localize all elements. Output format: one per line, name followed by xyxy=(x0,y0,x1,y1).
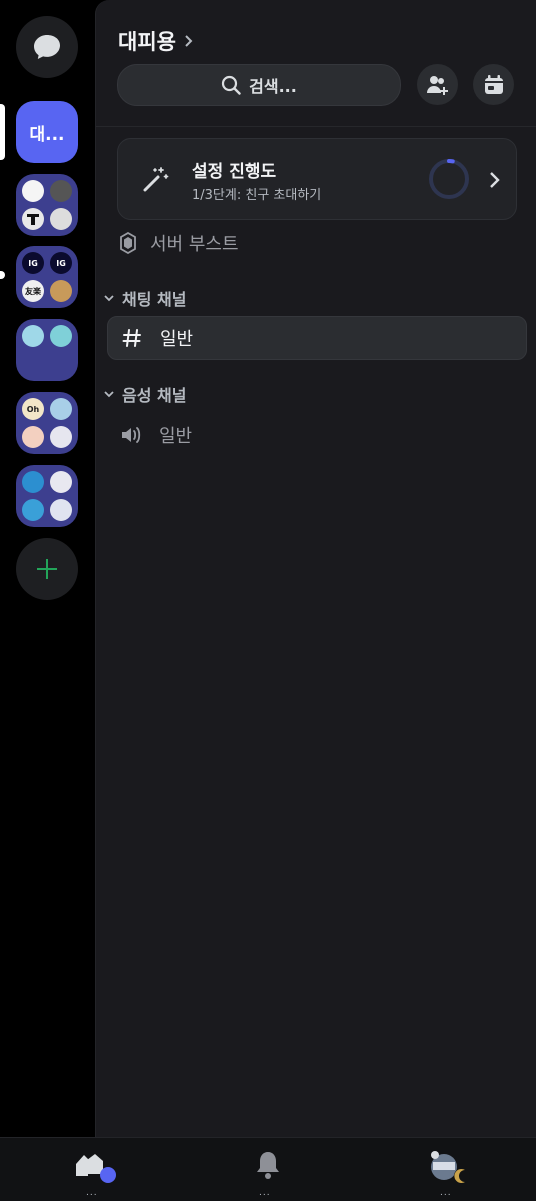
direct-messages-button[interactable] xyxy=(16,16,78,78)
server-mini-avatar xyxy=(50,398,72,420)
chevron-down-icon xyxy=(104,391,114,398)
server-mini-avatar xyxy=(50,325,72,347)
search-placeholder: 검색... xyxy=(249,77,297,96)
server-icon-label: 대... xyxy=(29,124,65,145)
server-folder[interactable]: IG IG 友楽 xyxy=(16,246,78,308)
profile-tab[interactable] xyxy=(428,1150,476,1186)
chevron-right-icon xyxy=(490,172,500,188)
home-servers-icon xyxy=(76,1154,116,1183)
channel-text-general[interactable]: 일반 xyxy=(107,316,527,360)
server-mini-avatar xyxy=(50,471,72,493)
server-mini-avatar xyxy=(22,499,44,521)
category-text-channels[interactable]: 채팅 채널 xyxy=(104,286,186,310)
header-divider xyxy=(96,126,536,127)
home-tab[interactable] xyxy=(74,1150,120,1184)
notifications-tab[interactable] xyxy=(255,1150,281,1180)
category-voice-channels[interactable]: 음성 채널 xyxy=(104,382,186,406)
bell-icon xyxy=(257,1152,279,1179)
channel-label: 일반 xyxy=(159,426,193,447)
profile-tab-dots: ... xyxy=(440,1188,452,1198)
category-label: 음성 채널 xyxy=(122,386,187,405)
server-mini-avatar xyxy=(22,325,44,347)
magic-wand-icon xyxy=(143,167,169,192)
setup-progress-title: 설정 진행도 xyxy=(192,162,277,182)
server-rail: 대... IG IG 友楽 Oh xyxy=(0,0,95,1137)
server-mini-avatar: IG xyxy=(50,252,72,274)
server-mini-avatar xyxy=(50,180,72,202)
setup-progress-card[interactable]: 설정 진행도 1/3단계: 친구 초대하기 xyxy=(117,138,517,220)
server-name-header[interactable]: 대피용 xyxy=(118,26,194,56)
server-mini-avatar xyxy=(50,499,72,521)
setup-progress-step: 1/3단계: 친구 초대하기 xyxy=(192,188,322,203)
server-folder[interactable] xyxy=(16,174,78,236)
server-mini-avatar xyxy=(50,280,72,302)
plus-icon xyxy=(37,559,57,579)
server-mini-avatar: IG xyxy=(22,252,44,274)
server-icon-daepiyong[interactable]: 대... xyxy=(16,101,78,163)
bottom-navigation: ... ... ... xyxy=(0,1137,536,1201)
selected-server-indicator xyxy=(0,104,5,160)
server-mini-avatar xyxy=(50,426,72,448)
search-icon xyxy=(222,75,241,95)
events-button[interactable] xyxy=(473,64,514,105)
add-server-button[interactable] xyxy=(16,538,78,600)
server-folder[interactable]: Oh xyxy=(16,392,78,454)
server-mini-avatar xyxy=(22,208,44,230)
chevron-right-icon xyxy=(185,35,193,47)
home-tab-dots: ... xyxy=(86,1188,98,1198)
server-name: 대피용 xyxy=(118,30,176,54)
invite-members-button[interactable] xyxy=(417,64,458,105)
notifications-tab-dots: ... xyxy=(259,1188,271,1198)
server-mini-avatar xyxy=(22,426,44,448)
category-label: 채팅 채널 xyxy=(122,290,187,309)
server-mini-avatar: 友楽 xyxy=(22,280,44,302)
search-button[interactable]: 검색... xyxy=(117,64,401,106)
boost-gem-icon xyxy=(120,232,136,254)
channel-panel: 대피용 검색... 설정 진행도 1/3단계: 친구 초대하기 서버 부스트 채… xyxy=(95,0,536,1137)
chevron-down-icon xyxy=(104,295,114,302)
chat-bubble-icon xyxy=(34,35,60,59)
unread-indicator xyxy=(0,271,5,279)
server-boost-item[interactable]: 서버 부스트 xyxy=(120,230,239,256)
speaker-icon xyxy=(117,425,145,445)
server-mini-avatar: Oh xyxy=(22,398,44,420)
server-mini-avatar xyxy=(22,471,44,493)
calendar-icon xyxy=(484,74,503,94)
server-mini-avatar xyxy=(22,180,44,202)
channel-label: 일반 xyxy=(160,329,194,350)
server-folder[interactable] xyxy=(16,319,78,381)
avatar xyxy=(431,1151,470,1184)
server-boost-label: 서버 부스트 xyxy=(150,234,239,255)
server-folder[interactable] xyxy=(16,465,78,527)
add-user-icon xyxy=(426,75,448,95)
hashtag-icon xyxy=(118,328,146,348)
server-mini-avatar xyxy=(50,208,72,230)
channel-voice-general[interactable]: 일반 xyxy=(107,414,525,456)
progress-ring xyxy=(429,159,469,199)
